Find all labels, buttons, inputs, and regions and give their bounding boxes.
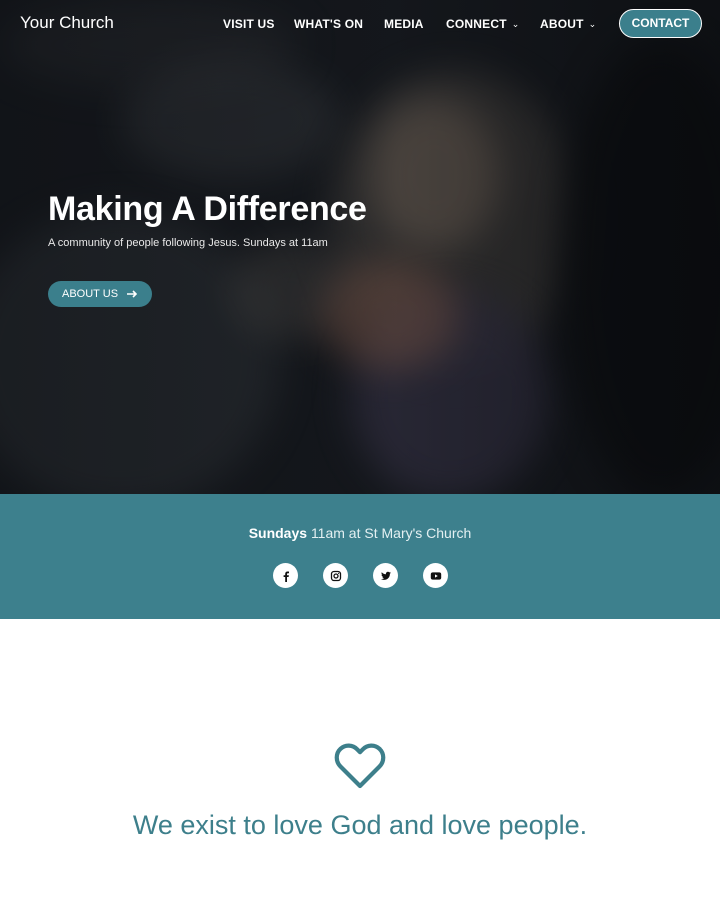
- facebook-icon[interactable]: [273, 563, 298, 588]
- chevron-down-icon: ⌄: [588, 19, 597, 29]
- top-navigation: Your Church VISIT US WHAT'S ON MEDIA CON…: [0, 0, 720, 48]
- nav-item-media[interactable]: MEDIA: [384, 17, 424, 31]
- hero-section: Making A Difference A community of peopl…: [0, 0, 720, 494]
- twitter-icon[interactable]: [373, 563, 398, 588]
- about-us-button[interactable]: ABOUT US: [48, 281, 152, 307]
- service-details: 11am at St Mary's Church: [310, 525, 472, 541]
- service-day: Sundays: [248, 525, 308, 541]
- nav-item-label: CONNECT: [446, 17, 507, 31]
- instagram-icon[interactable]: [323, 563, 348, 588]
- nav-item-whats-on[interactable]: WHAT'S ON: [294, 17, 363, 31]
- service-times-band: [0, 494, 720, 619]
- hero-subtitle: A community of people following Jesus. S…: [48, 237, 328, 249]
- contact-button[interactable]: CONTACT: [619, 9, 702, 38]
- chevron-down-icon: ⌄: [511, 19, 520, 29]
- about-us-label: ABOUT US: [62, 288, 119, 300]
- youtube-icon[interactable]: [423, 563, 448, 588]
- site-brand[interactable]: Your Church: [20, 13, 114, 33]
- nav-item-label: VISIT US: [223, 17, 275, 31]
- nav-item-label: MEDIA: [384, 17, 424, 31]
- arrow-right-icon: [126, 281, 138, 316]
- nav-item-connect[interactable]: CONNECT ⌄: [446, 17, 519, 31]
- nav-item-label: WHAT'S ON: [294, 17, 364, 31]
- heart-icon: [333, 742, 387, 792]
- service-times-text: Sundays 11am at St Mary's Church: [0, 525, 720, 541]
- nav-item-about[interactable]: ABOUT ⌄: [540, 17, 596, 31]
- hero-title: Making A Difference: [48, 190, 367, 228]
- mission-statement: We exist to love God and love people.: [132, 810, 588, 840]
- nav-item-label: ABOUT: [540, 17, 584, 31]
- nav-item-visit-us[interactable]: VISIT US: [223, 17, 275, 31]
- social-links: [0, 563, 720, 588]
